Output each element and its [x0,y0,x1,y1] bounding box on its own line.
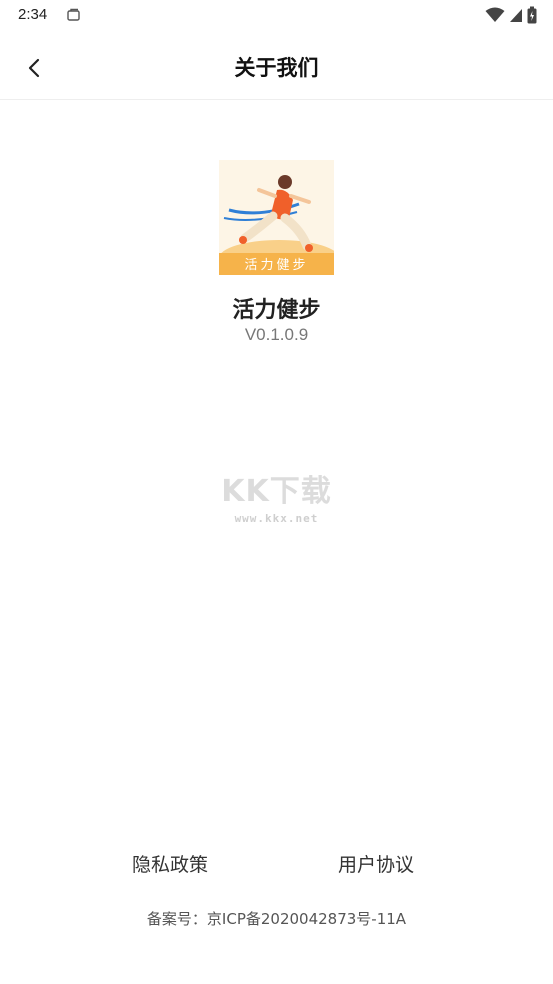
user-agreement-link[interactable]: 用户协议 [338,850,414,877]
footer-links: 隐私政策 用户协议 [0,850,553,878]
status-icons [485,6,537,24]
battery-icon [527,6,537,24]
notification-icon [67,8,80,21]
status-time: 2:34 [18,6,48,23]
watermark-logo: KK下载 [221,474,332,509]
wifi-icon [485,7,505,22]
app-logo: 活力健步 [219,160,334,275]
header: 关于我们 [0,32,553,100]
icp-record: 备案号：京ICP备2020042873号-11A [146,910,407,928]
privacy-policy-link[interactable]: 隐私政策 [132,850,208,877]
about-us-screen: 2:34 关于我们 活力健步 活力健步 V0.1.0.9 KK下载 www.kk… [0,0,553,984]
watermark-url: www.kkx.net [234,512,319,525]
app-version: V0.1.0.9 [244,325,309,344]
status-bar: 2:34 [0,0,553,32]
page-title: 关于我们 [234,56,319,80]
watermark: KK下载 www.kkx.net [0,466,553,525]
logo-text: 活力健步 [244,258,309,273]
signal-icon [510,9,522,22]
app-name: 活力健步 [232,298,321,323]
